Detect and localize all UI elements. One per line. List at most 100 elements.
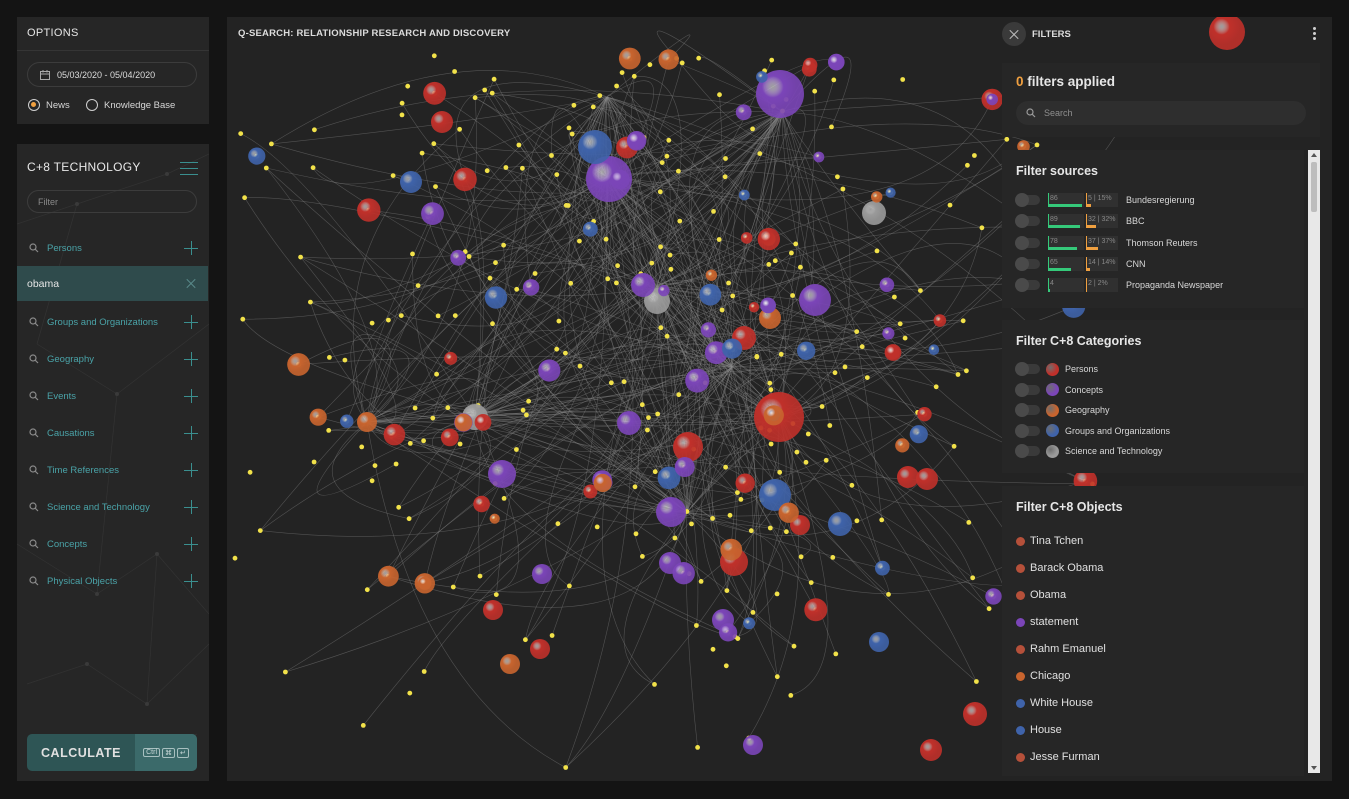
sidebar-item-time-references[interactable]: Time References	[17, 452, 208, 488]
add-icon[interactable]	[184, 352, 198, 366]
category-row[interactable]: Persons	[1015, 362, 1098, 376]
remove-icon[interactable]	[186, 279, 196, 289]
graph-node	[617, 411, 641, 435]
graph-node-small	[823, 457, 829, 463]
graph-node	[1209, 17, 1245, 50]
object-row[interactable]: Rahm Emanuel	[1016, 643, 1106, 655]
object-row[interactable]: White House	[1016, 697, 1093, 709]
object-color-icon	[1016, 698, 1025, 708]
filters-search-input[interactable]: Search	[1016, 101, 1306, 125]
toggle-switch[interactable]	[1015, 278, 1040, 293]
category-row[interactable]: Geography	[1015, 403, 1110, 417]
add-icon[interactable]	[184, 426, 198, 440]
selected-entity-row[interactable]: obama	[17, 266, 208, 301]
graph-edge	[366, 79, 495, 423]
add-icon[interactable]	[184, 463, 198, 477]
object-row[interactable]: House	[1016, 724, 1062, 736]
search-icon	[29, 539, 39, 549]
sidebar-item-groups[interactable]: Groups and Organizations	[17, 304, 208, 340]
toggle-switch[interactable]	[1015, 444, 1040, 458]
toggle-switch[interactable]	[1015, 235, 1040, 250]
add-icon[interactable]	[184, 389, 198, 403]
graph-node-small	[501, 242, 506, 248]
calculate-button[interactable]: CALCULATE Ctrl ⌘ ↵	[27, 734, 197, 771]
add-icon[interactable]	[184, 241, 198, 255]
graph-node-small	[631, 73, 637, 79]
add-icon[interactable]	[184, 315, 198, 329]
graph-node-small	[767, 525, 773, 531]
graph-node-small	[577, 238, 582, 244]
radio-knowledge-base[interactable]: Knowledge Base	[86, 99, 175, 111]
sidebar-filter-input[interactable]: Filter	[27, 190, 197, 213]
toggle-switch[interactable]	[1015, 403, 1040, 417]
filters-header: FILTERS	[1002, 21, 1071, 47]
object-row[interactable]: Barack Obama	[1016, 562, 1103, 574]
graph-node	[699, 283, 722, 306]
graph-node-small	[640, 554, 645, 559]
object-row[interactable]: Chicago	[1016, 670, 1070, 682]
toggle-switch[interactable]	[1015, 214, 1040, 229]
source-row[interactable]: 65 14 | 14% CNN	[1015, 256, 1146, 271]
toggle-switch[interactable]	[1015, 193, 1040, 207]
search-icon	[29, 576, 39, 586]
category-row[interactable]: Science and Technology	[1015, 444, 1162, 458]
add-icon[interactable]	[184, 574, 198, 588]
date-range-picker[interactable]: 05/03/2020 - 05/04/2020	[27, 62, 197, 87]
graph-node-small	[342, 357, 348, 363]
toggle-switch[interactable]	[1015, 362, 1040, 376]
object-row[interactable]: statement	[1016, 616, 1078, 628]
source-stats: 78 37 | 37%	[1048, 235, 1118, 250]
sidebar-item-geography[interactable]: Geography	[17, 341, 208, 377]
graph-node	[722, 338, 743, 359]
scroll-thumb[interactable]	[1311, 162, 1317, 212]
toggle-switch[interactable]	[1015, 256, 1040, 271]
graph-node-small	[360, 723, 366, 728]
radio-news[interactable]: News	[28, 99, 70, 111]
graph-node	[735, 104, 752, 121]
search-placeholder: Search	[1044, 108, 1073, 118]
sidebar-item-physical-objects[interactable]: Physical Objects	[17, 563, 208, 599]
close-icon[interactable]	[1002, 22, 1026, 46]
graph-edge	[778, 416, 973, 578]
category-row[interactable]: Groups and Organizations	[1015, 423, 1170, 438]
sidebar-item-concepts[interactable]: Concepts	[17, 526, 208, 562]
source-row[interactable]: 78 37 | 37% Thomson Reuters	[1015, 235, 1198, 250]
menu-icon[interactable]	[180, 162, 198, 180]
scroll-up-icon[interactable]	[1311, 153, 1317, 157]
source-row[interactable]: 89 32 | 32% BBC	[1015, 214, 1145, 229]
graph-node-small	[563, 350, 568, 356]
graph-node-small	[487, 275, 493, 281]
graph-node-small	[750, 126, 755, 132]
toggle-switch[interactable]	[1015, 382, 1040, 397]
graph-node-small	[532, 271, 538, 276]
more-options-icon[interactable]	[1313, 27, 1317, 42]
graph-node	[357, 198, 381, 222]
graph-node-small	[689, 521, 694, 527]
object-row[interactable]: Tina Tchen	[1016, 535, 1083, 547]
category-row[interactable]: Concepts	[1015, 382, 1103, 397]
source-share: 32 | 32%	[1088, 216, 1116, 224]
sidebar-item-persons[interactable]: Persons	[17, 230, 208, 266]
graph-node-small	[748, 528, 754, 534]
sidebar-item-events[interactable]: Events	[17, 378, 208, 414]
source-row[interactable]: 4 2 | 2% Propaganda Newspaper	[1015, 278, 1223, 293]
add-icon[interactable]	[184, 500, 198, 514]
graph-node-small	[667, 252, 673, 258]
graph-node-small	[677, 218, 683, 224]
graph-node-small	[283, 669, 288, 675]
source-row[interactable]: 86 5 | 15% Bundesregierung	[1015, 193, 1195, 207]
graph-node	[743, 735, 763, 755]
graph-node-small	[666, 137, 672, 143]
sidebar-item-causations[interactable]: Causations	[17, 415, 208, 451]
object-row[interactable]: Obama	[1016, 589, 1066, 601]
add-icon[interactable]	[184, 537, 198, 551]
graph-node-small	[668, 266, 674, 272]
scroll-down-icon[interactable]	[1311, 766, 1317, 770]
filters-scrollbar[interactable]	[1308, 150, 1320, 773]
object-row[interactable]: Jesse Furman	[1016, 751, 1100, 763]
toggle-switch[interactable]	[1015, 423, 1040, 438]
sidebar-item-science-technology[interactable]: Science and Technology	[17, 489, 208, 525]
graph-node-small	[457, 126, 462, 132]
divider	[17, 50, 209, 51]
graph-node-small	[549, 153, 554, 158]
